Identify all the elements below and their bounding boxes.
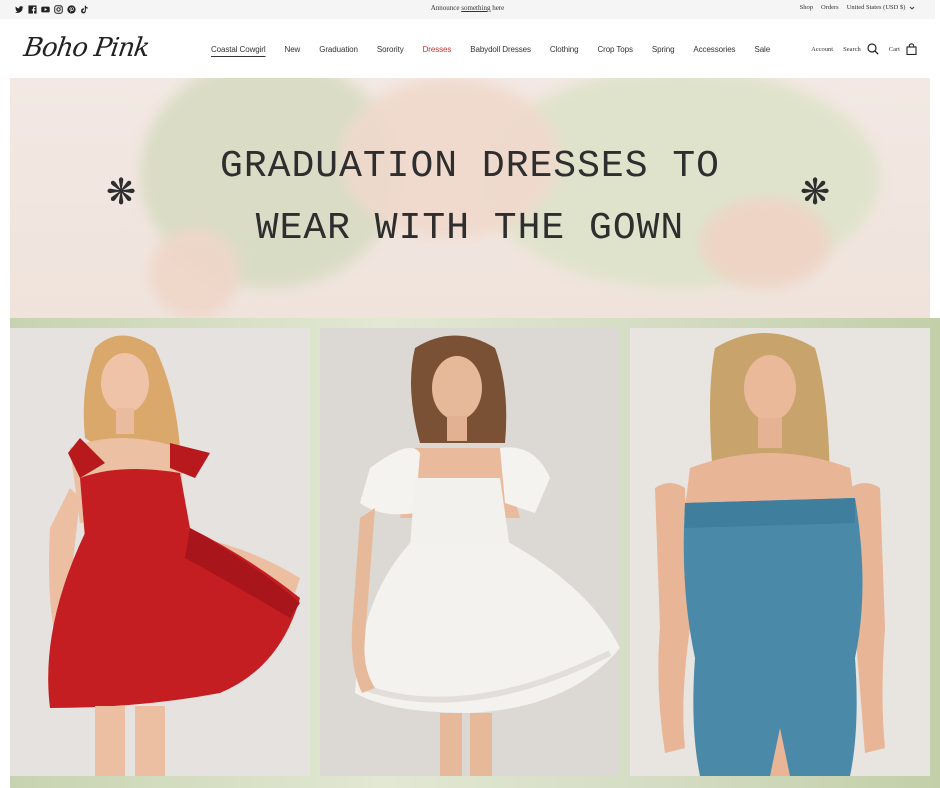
header-actions: Account Search Cart [811,43,917,55]
currency-label: United States (USD $) [846,4,906,11]
hero-title-line2: WEAR WITH THE GOWN [255,207,685,250]
nav-item-coastal-cowgirl[interactable]: Coastal Cowgirl [211,45,266,54]
announcement-link[interactable]: something [461,4,490,12]
nav-item-accessories[interactable]: Accessories [693,45,735,54]
hero-title-line1: GRADUATION DRESSES TO [220,145,720,188]
nav-item-new[interactable]: New [285,45,301,54]
nav-item-sorority[interactable]: Sorority [377,45,404,54]
announcement-text: Announce something here [0,4,935,12]
nav-item-spring[interactable]: Spring [652,45,675,54]
shop-link[interactable]: Shop [800,4,813,11]
search-icon[interactable] [867,43,879,55]
blue-dress-photo [630,328,930,776]
chevron-down-icon [909,6,915,10]
search-label[interactable]: Search [843,46,861,53]
product-image-strip [10,318,940,788]
site-header: Boho Pink Coastal Cowgirl New Graduation… [0,19,935,78]
orders-link[interactable]: Orders [821,4,839,11]
hero-banner: ❋ ❋ GRADUATION DRESSES TO WEAR WITH THE … [10,78,930,318]
cart-label[interactable]: Cart [889,46,900,53]
hero-title: GRADUATION DRESSES TO WEAR WITH THE GOWN [10,136,930,260]
nav-item-dresses[interactable]: Dresses [423,45,452,54]
utility-links: Shop Orders United States (USD $) [800,4,915,11]
announcement-text-after: here [492,4,505,12]
brand-logo[interactable]: Boho Pink [22,33,151,63]
nav-item-babydoll-dresses[interactable]: Babydoll Dresses [470,45,531,54]
nav-item-crop-tops[interactable]: Crop Tops [597,45,633,54]
product-card-blue-dress[interactable] [630,328,930,776]
main-nav: Coastal Cowgirl New Graduation Sorority … [211,45,789,54]
announcement-bar: Announce something here Shop Orders Unit… [0,0,935,19]
cart-bag-icon[interactable] [906,43,917,55]
product-card-white-dress[interactable] [320,328,620,776]
announcement-text-before: Announce [430,4,460,12]
nav-item-sale[interactable]: Sale [754,45,770,54]
currency-selector[interactable]: United States (USD $) [847,4,915,11]
red-dress-photo [10,328,310,776]
white-dress-photo [320,328,620,776]
nav-item-graduation[interactable]: Graduation [319,45,358,54]
account-link[interactable]: Account [811,46,833,53]
nav-item-clothing[interactable]: Clothing [550,45,579,54]
product-card-red-dress[interactable] [10,328,310,776]
